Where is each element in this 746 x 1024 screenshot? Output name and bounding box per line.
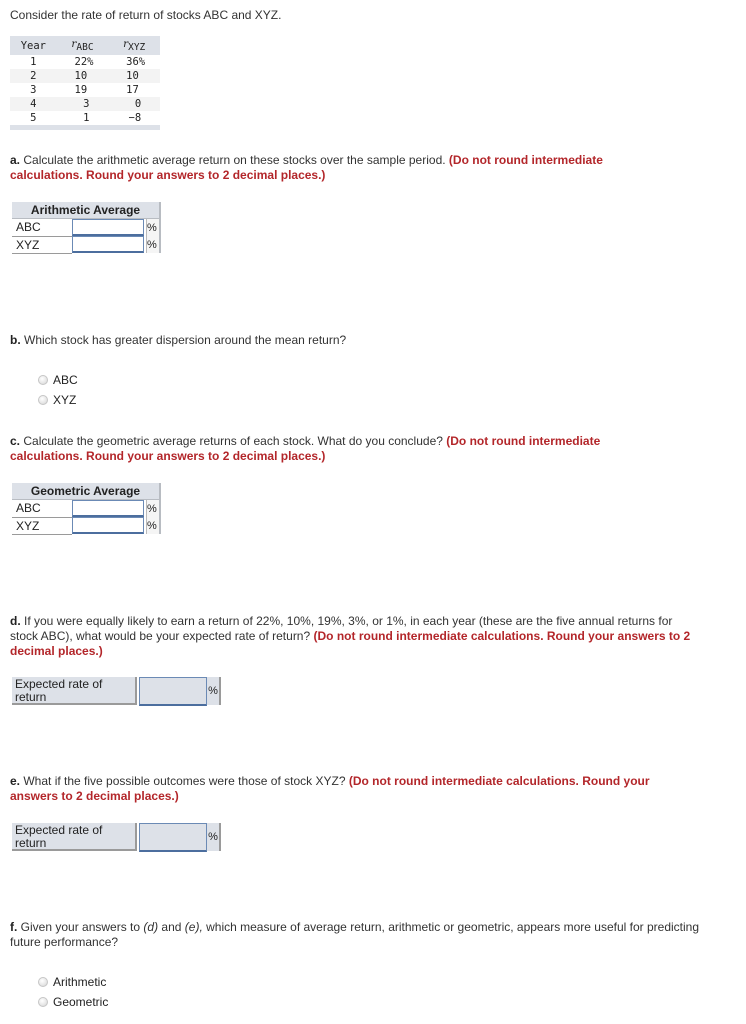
returns-table-header: Year rABC rXYZ (10, 36, 160, 55)
percent-unit: % (146, 499, 161, 517)
radio-option-geometric[interactable]: Geometric (38, 995, 108, 1009)
expected-return-label: Expected rate of return (12, 677, 137, 705)
geometric-average-table: Geometric Average ABC % XYZ % (12, 483, 161, 535)
question-d-letter: d. (10, 614, 21, 628)
radio-option-xyz[interactable]: XYZ (38, 393, 76, 407)
arithmetic-average-table: Arithmetic Average ABC % XYZ % (12, 202, 161, 254)
header-year: Year (10, 36, 57, 55)
question-e-letter: e. (10, 774, 21, 788)
table-row: 4 3 0 (10, 97, 160, 111)
geometric-average-header: Geometric Average (12, 483, 161, 500)
row-label: ABC (12, 218, 72, 237)
cell-year: 3 (30, 84, 37, 96)
cell-abc: 19 (74, 84, 88, 96)
radio-button-icon[interactable] (38, 977, 48, 987)
question-a-text: Calculate the arithmetic average return … (20, 153, 449, 167)
percent-unit: % (146, 218, 161, 236)
cell-year: 4 (10, 97, 57, 111)
question-c-letter: c. (10, 434, 21, 448)
question-a: a. Calculate the arithmetic average retu… (10, 153, 670, 183)
radio-option-arithmetic[interactable]: Arithmetic (38, 975, 106, 989)
radio-label: Geometric (53, 995, 109, 1009)
answer-row-xyz: XYZ % (12, 236, 161, 254)
expected-return-abc-box: Expected rate of return % (12, 677, 221, 706)
cell-xyz: 36% (126, 56, 146, 68)
question-c-text: Calculate the geometric average returns … (20, 434, 447, 448)
radio-option-abc[interactable]: ABC (38, 373, 78, 387)
answer-row-abc: ABC % (12, 499, 161, 518)
question-f: f. Given your answers to (d) and (e), wh… (10, 920, 700, 949)
cell-year: 5 (30, 112, 37, 124)
cell-year: 2 (10, 69, 57, 83)
question-b: b. Which stock has greater dispersion ar… (10, 333, 346, 348)
cell-abc: 10 (56, 69, 109, 83)
expected-return-label: Expected rate of return (12, 823, 137, 851)
table-row: 1 22% 36% (10, 55, 160, 69)
reference-e: (e), (184, 920, 203, 934)
expected-return-xyz-input[interactable] (139, 823, 207, 852)
geometric-abc-input[interactable] (72, 500, 144, 517)
cell-xyz: 10 (108, 69, 160, 83)
geometric-xyz-input[interactable] (72, 517, 144, 534)
percent-unit: % (146, 236, 161, 253)
percent-unit: % (207, 677, 221, 705)
question-b-letter: b. (10, 333, 21, 347)
radio-button-icon[interactable] (38, 395, 48, 405)
row-label: XYZ (12, 236, 72, 254)
header-r-abc: rABC (56, 36, 109, 55)
row-label: ABC (12, 499, 72, 518)
percent-unit: % (207, 823, 221, 851)
radio-label: XYZ (53, 393, 77, 407)
percent-unit: % (146, 517, 161, 534)
reference-d: (d) (143, 920, 159, 934)
radio-button-icon[interactable] (38, 375, 48, 385)
expected-return-abc-input[interactable] (139, 677, 207, 706)
question-d: d. If you were equally likely to earn a … (10, 614, 700, 659)
cell-abc: 3 (56, 97, 109, 111)
arithmetic-abc-input[interactable] (72, 219, 144, 236)
cell-abc: 22% (74, 56, 94, 68)
question-b-text: Which stock has greater dispersion aroun… (20, 333, 347, 347)
question-e-text: What if the five possible outcomes were … (20, 774, 349, 788)
table-row: 2 10 10 (10, 69, 160, 83)
table-footer-bar (10, 125, 160, 130)
intro-text: Consider the rate of return of stocks AB… (10, 8, 282, 22)
cell-abc: 1 (83, 112, 90, 124)
cell-xyz: 17 (126, 84, 139, 96)
answer-row-xyz: XYZ % (12, 517, 161, 535)
arithmetic-average-header: Arithmetic Average (12, 202, 161, 219)
returns-table: Year rABC rXYZ 1 22% 36% 2 10 10 3 19 17… (10, 36, 160, 130)
radio-button-icon[interactable] (38, 997, 48, 1007)
question-c: c. Calculate the geometric average retur… (10, 434, 670, 464)
answer-row-abc: ABC % (12, 218, 161, 237)
radio-label: ABC (53, 373, 78, 387)
row-label: XYZ (12, 517, 72, 535)
question-a-letter: a. (10, 153, 21, 167)
cell-xyz: −8 (128, 112, 142, 124)
arithmetic-xyz-input[interactable] (72, 236, 144, 253)
expected-return-xyz-box: Expected rate of return % (12, 823, 221, 852)
table-row: 3 19 17 (10, 83, 160, 97)
question-e: e. What if the five possible outcomes we… (10, 774, 700, 804)
header-r-xyz: rXYZ (108, 36, 160, 55)
cell-year: 1 (30, 56, 37, 68)
table-row: 5 1 −8 (10, 111, 160, 125)
cell-xyz: 0 (108, 97, 160, 111)
radio-label: Arithmetic (53, 975, 107, 989)
